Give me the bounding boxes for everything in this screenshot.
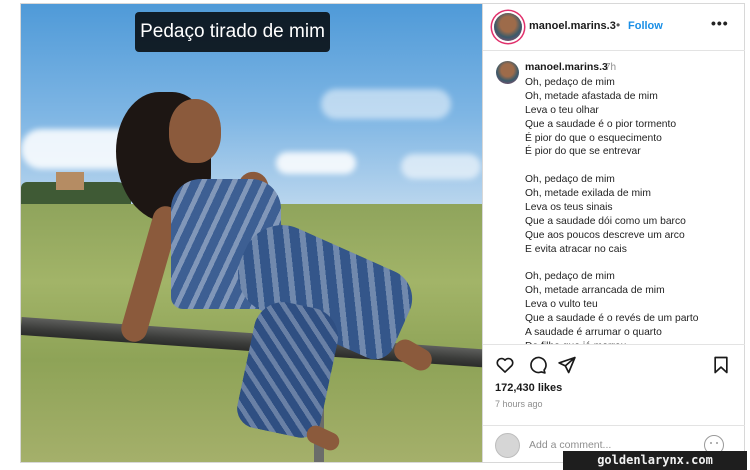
caption-comment: manoel.marins.3 7h Oh, pedaço de mim Oh, … [483, 52, 745, 344]
caption-line: Leva o teu olhar [525, 104, 599, 116]
post-time-ago: 7 hours ago [495, 399, 543, 409]
post-header: manoel.marins.3 • Follow ••• [483, 4, 745, 51]
stanza-gap [525, 159, 740, 173]
caption-line: É pior do que o esquecimento [525, 132, 662, 144]
follow-button[interactable]: Follow [628, 20, 663, 32]
share-icon[interactable] [557, 355, 577, 375]
comment-icon[interactable] [527, 355, 547, 375]
comment-username[interactable]: manoel.marins.3 [525, 61, 608, 73]
header-separator: • [616, 18, 621, 32]
caption-line: Que a saudade dói como um barco [525, 215, 686, 227]
caption-line: Leva os teus sinais [525, 202, 613, 214]
caption-line: Que a saudade é o revés de um parto [525, 313, 699, 325]
viewer-avatar [495, 433, 520, 458]
caption-line: Oh, pedaço de mim [525, 174, 615, 186]
caption-line: Oh, metade afastada de mim [525, 90, 658, 102]
post-actions: 172,430 likes 7 hours ago [483, 344, 745, 424]
caption-line: Oh, pedaço de mim [525, 271, 615, 283]
comment-avatar[interactable] [496, 61, 519, 84]
post-side-panel: manoel.marins.3 • Follow ••• manoel.mari… [483, 3, 745, 463]
caption-line: Oh, metade exilada de mim [525, 188, 651, 200]
watermark: goldenlarynx.com [563, 451, 747, 470]
caption-line: É pior do que se entrevar [525, 146, 641, 158]
caption-line: Que aos poucos descreve um arco [525, 229, 685, 241]
author-avatar[interactable] [494, 13, 522, 41]
caption-line: E evita atracar no cais [525, 243, 627, 255]
cloud [401, 154, 481, 179]
caption-line: Oh, pedaço de mim [525, 77, 615, 88]
caption-line: Leva o vulto teu [525, 299, 598, 311]
stanza-gap [525, 257, 740, 271]
woman-head [169, 99, 221, 163]
caption-text: Oh, pedaço de mim Oh, metade afastada de … [525, 76, 740, 344]
photo-building [56, 172, 84, 190]
cloud [321, 89, 451, 119]
caption-line: Que a saudade é o pior tormento [525, 118, 677, 130]
comment-time: 7h [605, 62, 617, 73]
post-photo[interactable] [20, 3, 483, 463]
likes-count[interactable]: 172,430 likes [495, 382, 562, 394]
more-options-icon[interactable]: ••• [711, 15, 729, 31]
photo-caption: Pedaço tirado de mim [135, 12, 330, 52]
cloud [276, 152, 356, 174]
bookmark-icon[interactable] [711, 355, 731, 375]
heart-icon[interactable] [495, 355, 515, 375]
caption-line: A saudade é arrumar o quarto [525, 327, 662, 339]
author-username[interactable]: manoel.marins.3 [529, 20, 616, 32]
caption-line: Oh, metade arrancada de mim [525, 285, 665, 297]
